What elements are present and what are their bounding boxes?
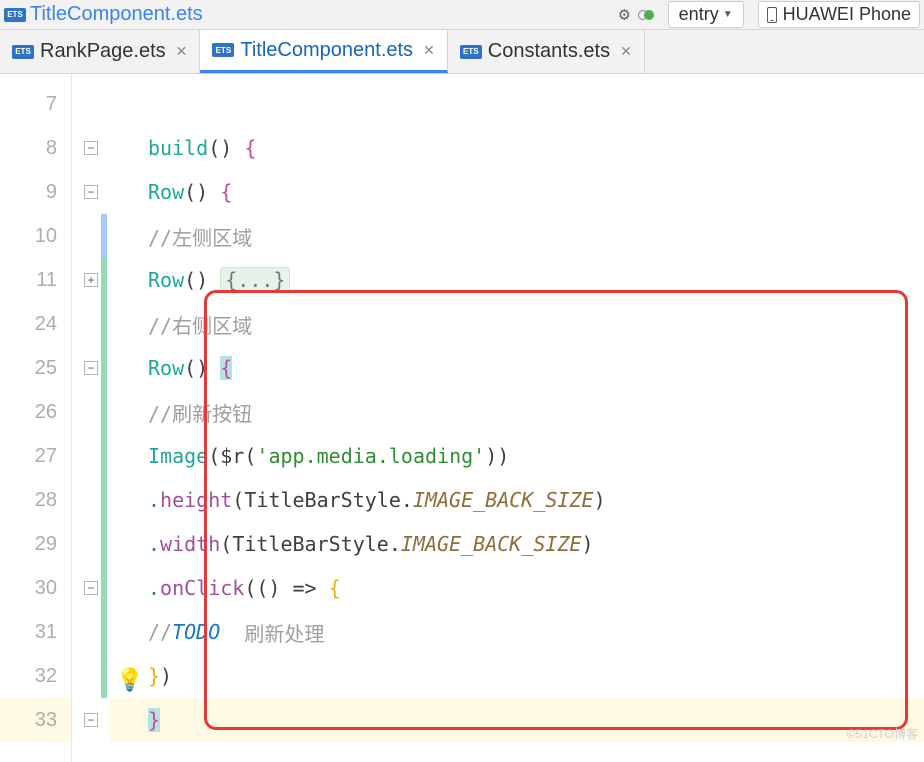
gear-icon[interactable]: ⚙ xyxy=(619,4,630,25)
line-num: 11 xyxy=(0,258,71,302)
fold-handle[interactable]: + xyxy=(84,273,98,287)
phone-icon xyxy=(767,7,777,23)
fold-handle[interactable]: − xyxy=(84,361,98,375)
ets-badge-icon: ETS xyxy=(460,45,482,59)
current-file: ETS TitleComponent.ets xyxy=(4,3,611,26)
fold-column: − − + − − − xyxy=(72,74,110,762)
line-num: 10 xyxy=(0,214,71,258)
line-num: 33 xyxy=(0,698,71,742)
run-config-label: entry xyxy=(679,4,719,25)
device-label: HUAWEI Phone xyxy=(783,4,911,25)
ets-badge-icon: ETS xyxy=(212,43,234,57)
line-gutter: 7 8 9 10 11 24 25 26 27 28 29 30 31 32 3… xyxy=(0,74,72,762)
close-icon[interactable]: ✕ xyxy=(176,43,188,60)
top-toolbar: ETS TitleComponent.ets ⚙ entry ▼ HUAWEI … xyxy=(0,0,924,30)
line-num: 32 xyxy=(0,654,71,698)
chevron-down-icon: ▼ xyxy=(723,9,733,20)
line-num: 27 xyxy=(0,434,71,478)
tab-label: TitleComponent.ets xyxy=(240,39,413,62)
code-content[interactable]: build() { Row() { //左侧区域 Row() {...} //右… xyxy=(110,74,924,762)
line-num: 8 xyxy=(0,126,71,170)
line-num: 29 xyxy=(0,522,71,566)
tab-constants[interactable]: ETS Constants.ets ✕ xyxy=(448,30,645,73)
line-num: 30 xyxy=(0,566,71,610)
status-dots xyxy=(638,4,654,25)
top-controls: entry ▼ HUAWEI Phone xyxy=(638,1,920,28)
line-num: 26 xyxy=(0,390,71,434)
close-icon[interactable]: ✕ xyxy=(620,43,632,60)
tab-label: RankPage.ets xyxy=(40,40,166,63)
line-num: 7 xyxy=(0,82,71,126)
tab-label: Constants.ets xyxy=(488,40,610,63)
device-selector[interactable]: HUAWEI Phone xyxy=(758,1,920,28)
tab-titlecomponent[interactable]: ETS TitleComponent.ets ✕ xyxy=(200,30,447,73)
close-icon[interactable]: ✕ xyxy=(423,42,435,59)
current-file-name: TitleComponent.ets xyxy=(30,3,203,26)
fold-handle[interactable]: − xyxy=(84,141,98,155)
ets-badge-icon: ETS xyxy=(12,45,34,59)
code-editor[interactable]: 7 8 9 10 11 24 25 26 27 28 29 30 31 32 3… xyxy=(0,74,924,762)
tab-rankpage[interactable]: ETS RankPage.ets ✕ xyxy=(0,30,200,73)
line-num: 9 xyxy=(0,170,71,214)
fold-handle[interactable]: − xyxy=(84,713,98,727)
watermark: ©51CTO博客 xyxy=(847,725,918,742)
run-config-dropdown[interactable]: entry ▼ xyxy=(668,1,744,28)
fold-handle[interactable]: − xyxy=(84,185,98,199)
editor-tabs: ETS RankPage.ets ✕ ETS TitleComponent.et… xyxy=(0,30,924,74)
line-num: 24 xyxy=(0,302,71,346)
line-num: 25 xyxy=(0,346,71,390)
intention-bulb-icon[interactable]: 💡 xyxy=(116,668,143,693)
fold-handle[interactable]: − xyxy=(84,581,98,595)
line-num: 28 xyxy=(0,478,71,522)
line-num: 31 xyxy=(0,610,71,654)
ets-badge-icon: ETS xyxy=(4,8,26,22)
folded-region[interactable]: {...} xyxy=(220,267,290,293)
